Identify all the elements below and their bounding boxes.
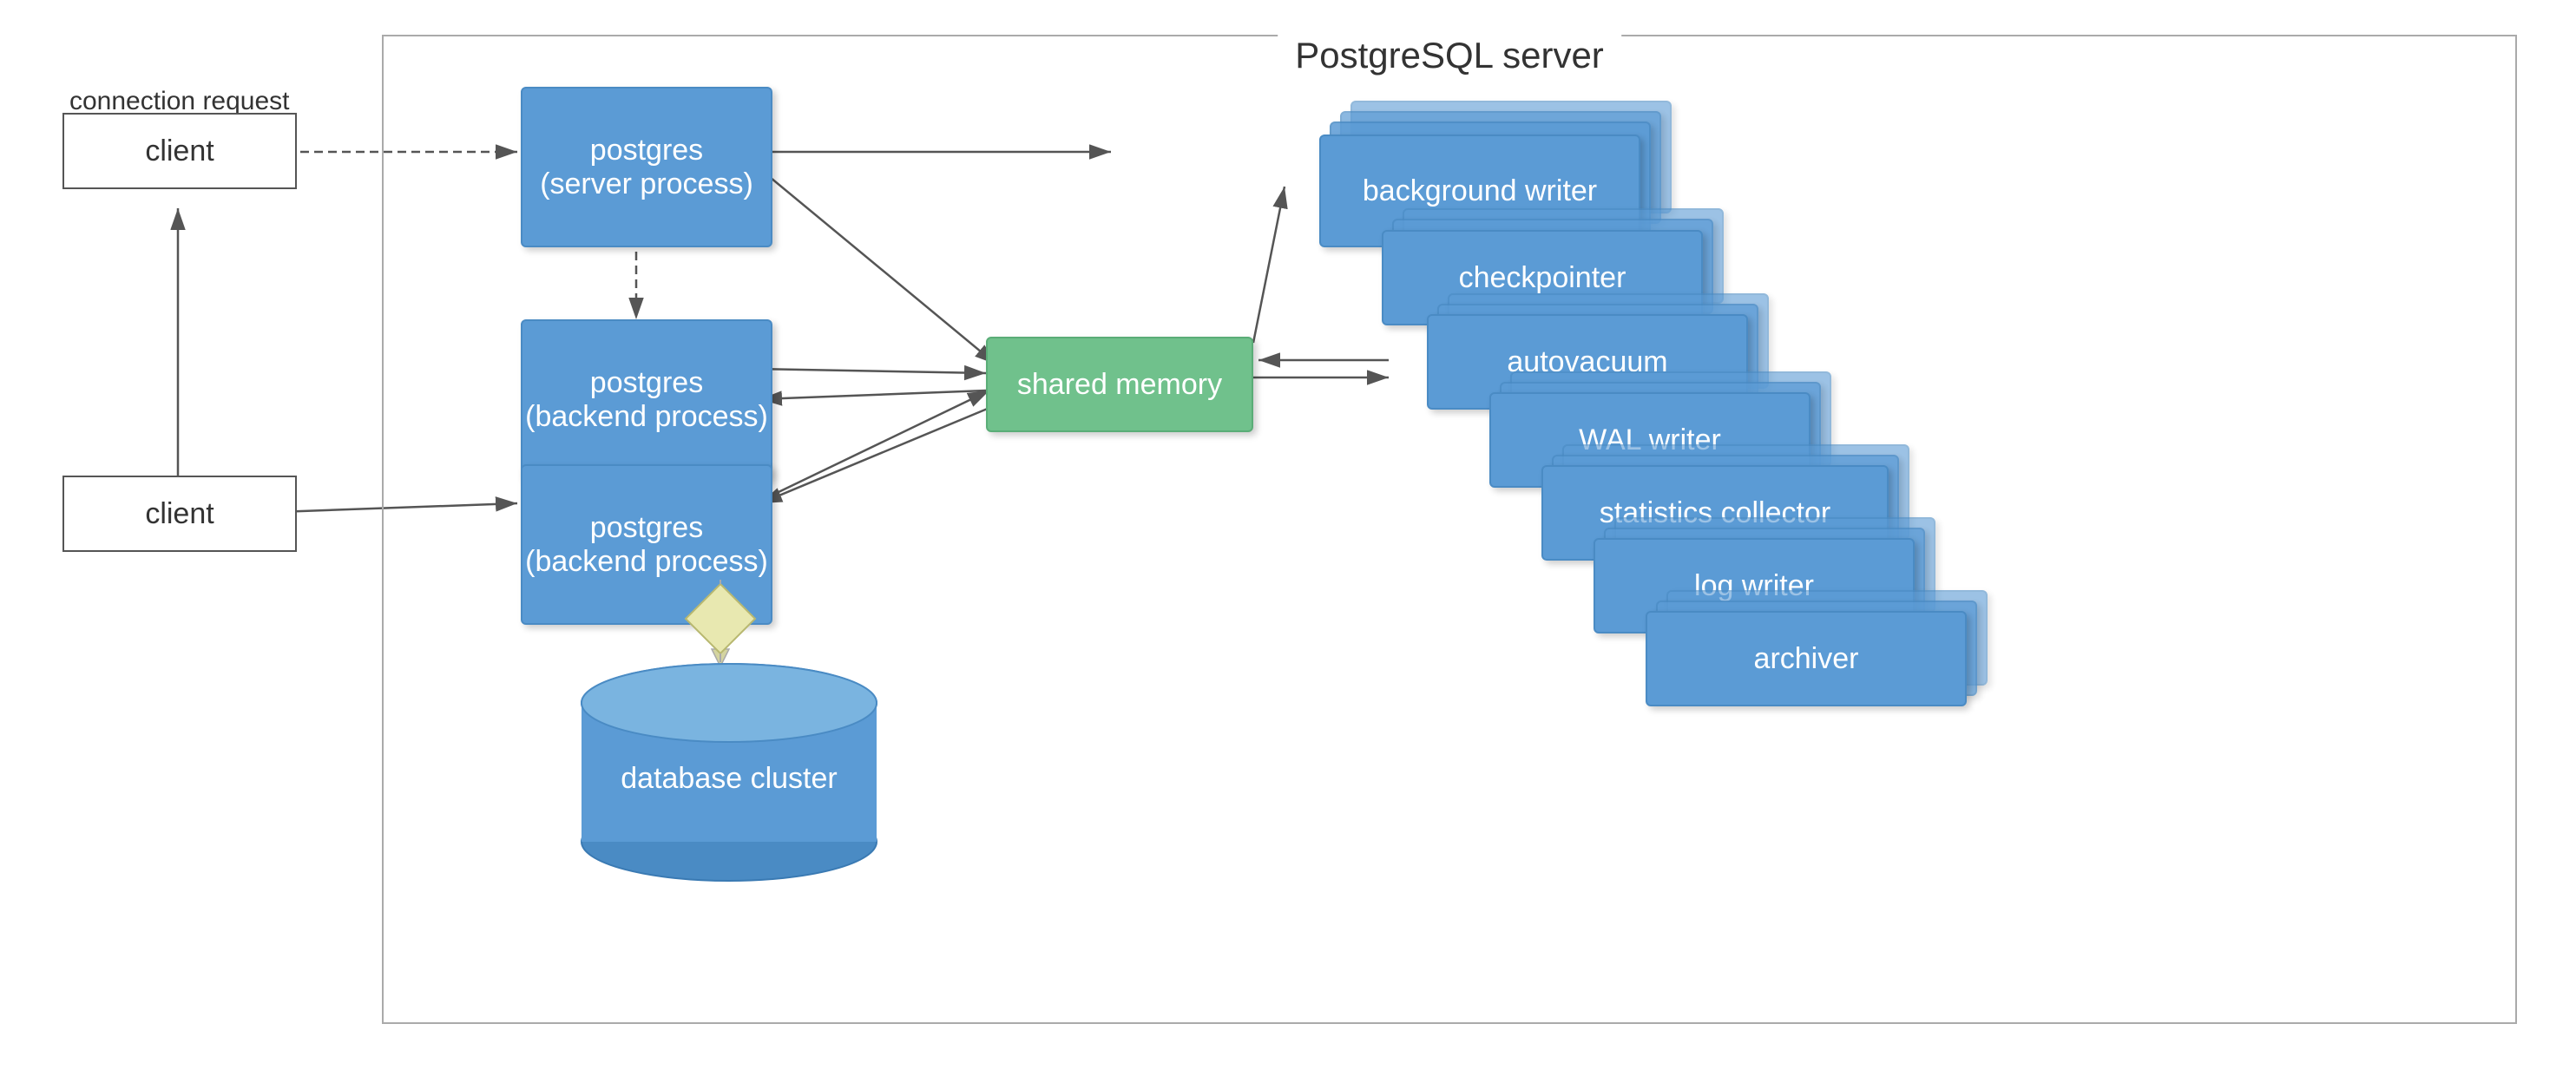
postgres-backend1: postgres (backend process) (521, 319, 772, 480)
connection-request-label: connection request (69, 87, 290, 116)
client-top: client (62, 113, 297, 189)
postgres-server-process: postgres (server process) (521, 87, 772, 247)
server-title: PostgreSQL server (1278, 35, 1621, 76)
client-bottom: client (62, 476, 297, 552)
diagram-container: PostgreSQL server connection request cli… (0, 0, 2576, 1083)
archiver: archiver (1646, 611, 1967, 706)
database-cluster-svg: database cluster (564, 651, 894, 894)
svg-text:database cluster: database cluster (621, 762, 838, 795)
shared-memory: shared memory (986, 337, 1253, 432)
db-arrow-svg (681, 580, 759, 666)
